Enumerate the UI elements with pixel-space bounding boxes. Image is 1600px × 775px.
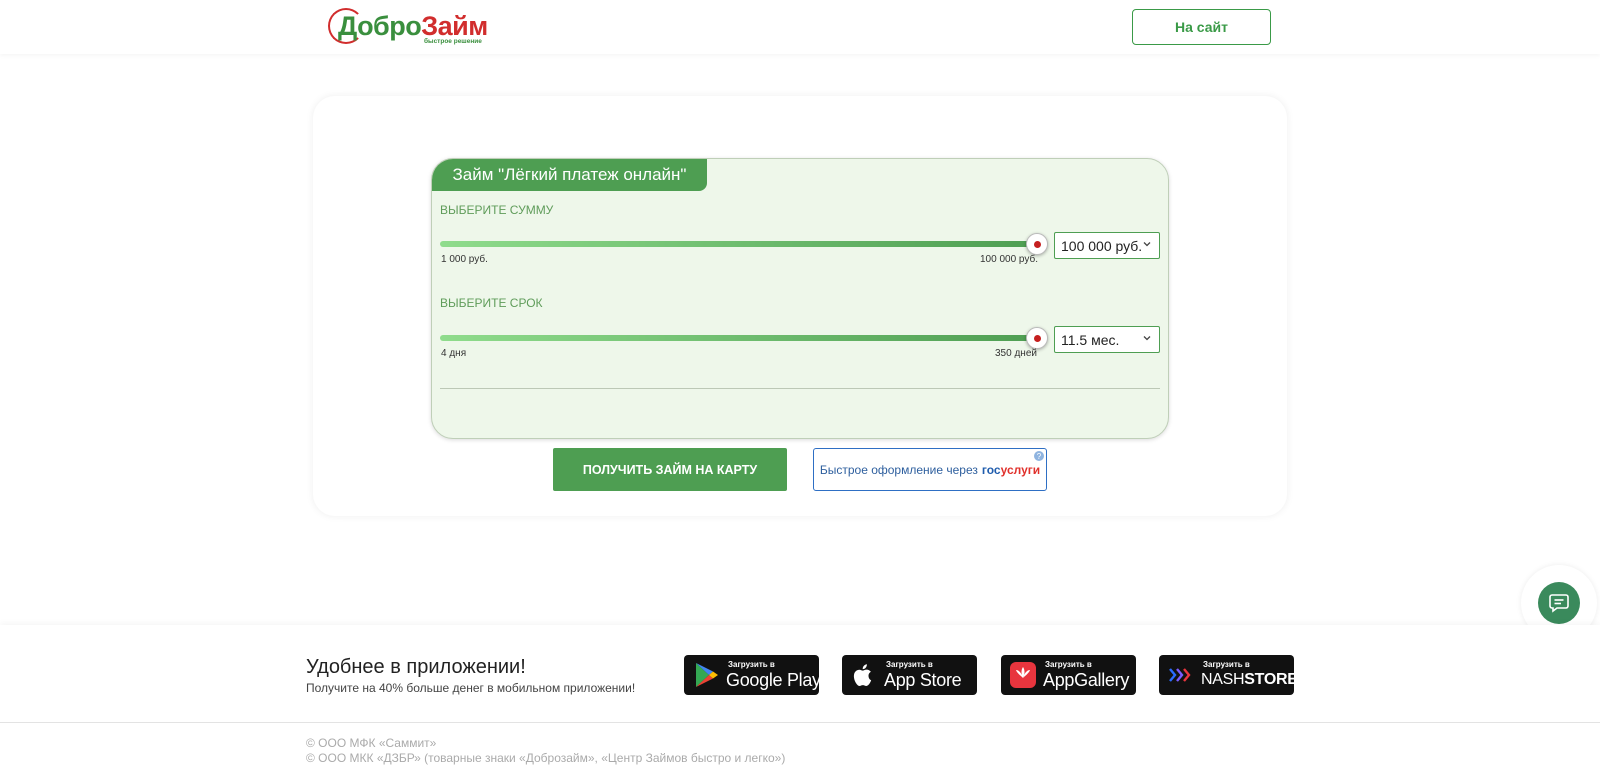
nashstore-button[interactable]: Загрузить в NASHSTORE <box>1159 655 1298 695</box>
gosuslugi-logo: госуслуги <box>981 462 1041 477</box>
amount-slider-track[interactable] <box>440 241 1037 247</box>
help-icon[interactable]: ? <box>1034 451 1044 461</box>
app-store-button[interactable]: Загрузить в App Store <box>842 655 977 695</box>
term-max-label: 350 дней <box>995 348 1037 359</box>
google-play-icon <box>696 663 718 687</box>
term-slider-track[interactable] <box>440 335 1037 341</box>
get-loan-button[interactable]: ПОЛУЧИТЬ ЗАЙМ НА КАРТУ <box>553 448 787 491</box>
term-slider-thumb[interactable] <box>1026 327 1048 349</box>
store-small-label: Загрузить в <box>886 660 933 669</box>
term-label: Выберите срок <box>440 296 543 310</box>
app-promo-subtitle: Получите на 40% больше денег в мобильном… <box>306 681 636 695</box>
term-min-label: 4 дня <box>441 348 467 359</box>
store-small-label: Загрузить в <box>1045 660 1092 669</box>
nashstore-icon <box>1169 668 1191 682</box>
amount-slider-thumb[interactable] <box>1026 233 1048 255</box>
store-small-label: Загрузить в <box>1203 660 1250 669</box>
chat-button[interactable] <box>1538 582 1580 624</box>
store-name: Google Play <box>726 670 821 690</box>
go-to-site-button[interactable]: На сайт <box>1132 9 1271 45</box>
store-name: AppGallery <box>1043 670 1130 690</box>
amount-label: Выберите сумму <box>440 203 554 217</box>
store-name: App Store <box>884 670 962 690</box>
gosuslugi-button[interactable]: Быстрое оформление через госуслуги ? <box>813 448 1047 491</box>
logo[interactable]: ДоброЗайм быстрое решение <box>328 6 488 48</box>
store-small-label: Загрузить в <box>728 660 775 669</box>
loan-calculator: Займ "Лёгкий платеж онлайн" Выберите сум… <box>431 158 1169 439</box>
gosuslugi-prefix: Быстрое оформление через <box>819 462 978 477</box>
amount-select-value: 100 000 руб. <box>1061 237 1143 254</box>
calculator-title: Займ "Лёгкий платеж онлайн" <box>432 159 707 191</box>
app-gallery-button[interactable]: Загрузить в AppGallery <box>1001 655 1136 695</box>
calculator-divider <box>440 388 1160 389</box>
apple-icon <box>853 664 872 686</box>
app-promo-band: Удобнее в приложении! Получите на 40% бо… <box>0 625 1600 722</box>
chat-icon <box>1549 594 1569 613</box>
amount-max-label: 100 000 руб. <box>980 254 1038 265</box>
google-play-button[interactable]: Загрузить в Google Play <box>684 655 821 695</box>
logo-tagline: быстрое решение <box>424 38 482 45</box>
footer-copyright-2: © ООО МКК «ДЗБР» (товарные знаки «Доброз… <box>306 751 786 765</box>
app-promo-title: Удобнее в приложении! <box>306 656 526 678</box>
store-name: NASHSTORE <box>1201 671 1298 688</box>
amount-select[interactable]: 100 000 руб. <box>1054 232 1160 259</box>
chevron-down-icon <box>1142 333 1152 346</box>
chevron-down-icon <box>1142 239 1152 252</box>
term-select[interactable]: 11.5 мес. <box>1054 326 1160 353</box>
footer: © ООО МФК «Саммит» © ООО МКК «ДЗБР» (тов… <box>0 722 1600 775</box>
header: ДоброЗайм быстрое решение На сайт <box>0 0 1600 54</box>
huawei-icon <box>1010 662 1036 688</box>
amount-min-label: 1 000 руб. <box>441 254 488 265</box>
term-select-value: 11.5 мес. <box>1061 331 1120 348</box>
footer-copyright-1: © ООО МФК «Саммит» <box>306 736 437 750</box>
